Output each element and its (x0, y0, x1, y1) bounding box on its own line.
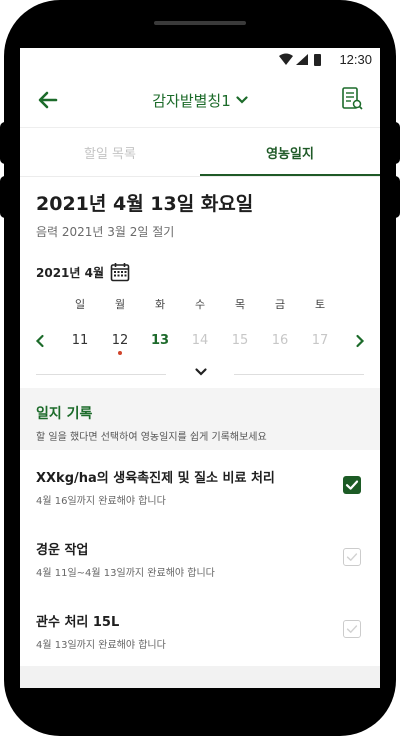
selected-date-header: 2021년 4월 13일 화요일 음력 2021년 3월 2일 절기 (20, 176, 380, 252)
tab-todo-list[interactable]: 할일 목록 (20, 128, 200, 176)
chevron-right-icon[interactable] (354, 333, 366, 349)
wifi-icon (279, 53, 293, 65)
signal-icon (296, 54, 308, 65)
calendar-day[interactable]: 12 (100, 330, 140, 355)
lunar-date: 음력 2021년 3월 2일 절기 (36, 225, 175, 239)
weekday-thu: 목 (234, 298, 246, 311)
calendar-icon[interactable] (110, 262, 130, 282)
task-due: 4월 11일~4월 13일까지 완료해야 합니다 (36, 568, 215, 579)
battery-icon (314, 54, 321, 66)
status-bar: 12:30 (20, 48, 380, 72)
selected-date-title: 2021년 4월 13일 화요일 (36, 193, 254, 215)
checkbox-unchecked[interactable] (343, 548, 361, 566)
journal-title: 일지 기록 (36, 406, 93, 422)
chevron-left-icon[interactable] (34, 333, 46, 349)
task-due: 4월 13일까지 완료해야 합니다 (36, 640, 166, 651)
calendar-day[interactable]: 11 (60, 330, 100, 352)
bottom-spacer (20, 666, 380, 688)
weekday-mon: 월 (114, 298, 126, 311)
week-calendar: 2021년 4월 일 월 화 수 목 금 토 11 12 13 14 15 16… (20, 252, 380, 388)
weekday-header: 일 월 화 수 목 금 토 (60, 296, 340, 312)
checkbox-checked[interactable] (343, 476, 361, 494)
weekday-tue: 화 (154, 298, 166, 311)
status-time: 12:30 (339, 52, 372, 67)
calendar-day[interactable]: 17 (300, 330, 340, 352)
farm-name: 감자밭별칭1 (152, 91, 231, 110)
journal-section-header: 일지 기록 할 일을 했다면 선택하여 영농일지를 쉽게 기록해보세요 (20, 388, 380, 450)
calendar-month-label: 2021년 4월 (36, 265, 105, 280)
weekday-wed: 수 (194, 298, 206, 311)
divider (36, 374, 166, 375)
side-button-right-lower (390, 176, 400, 218)
side-button-right (390, 122, 400, 164)
tab-bar: 할일 목록 영농일지 (20, 128, 380, 176)
list-item[interactable]: XXkg/ha의 생육촉진제 및 질소 비료 처리 4월 16일까지 완료해야 … (20, 450, 380, 522)
side-button-upper (0, 122, 10, 164)
expand-calendar-icon[interactable] (194, 367, 208, 377)
list-item[interactable]: 경운 작업 4월 11일~4월 13일까지 완료해야 합니다 (20, 522, 380, 594)
farm-journal-icon[interactable] (340, 86, 364, 112)
task-due: 4월 16일까지 완료해야 합니다 (36, 496, 166, 507)
calendar-day[interactable]: 16 (260, 330, 300, 352)
weekday-fri: 금 (274, 298, 286, 311)
weekday-sat: 토 (314, 298, 326, 311)
arrow-left-icon[interactable] (36, 88, 60, 112)
chevron-down-icon (236, 96, 248, 104)
list-item[interactable]: 관수 처리 15L 4월 13일까지 완료해야 합니다 (20, 594, 380, 666)
app-bar: 감자밭별칭1 (20, 72, 380, 128)
calendar-day[interactable]: 14 (180, 330, 220, 352)
farm-selector[interactable]: 감자밭별칭1 (140, 88, 260, 112)
task-list: XXkg/ha의 생육촉진제 및 질소 비료 처리 4월 16일까지 완료해야 … (20, 450, 380, 666)
app-screen: 12:30 감자밭별칭1 할일 목록 영농일지 2021년 4월 13일 화요일… (20, 48, 380, 688)
week-days: 11 12 13 14 15 16 17 (60, 330, 340, 355)
checkbox-unchecked[interactable] (343, 620, 361, 638)
side-button-lower (0, 176, 10, 218)
calendar-day-today[interactable]: 13 (140, 330, 180, 352)
event-dot (118, 351, 122, 355)
calendar-day[interactable]: 15 (220, 330, 260, 352)
task-title: XXkg/ha의 생육촉진제 및 질소 비료 처리 (36, 471, 275, 486)
calendar-month: 2021년 4월 (36, 262, 130, 282)
tab-farm-journal[interactable]: 영농일지 (200, 128, 380, 176)
status-icons (279, 53, 321, 66)
journal-description: 할 일을 했다면 선택하여 영농일지를 쉽게 기록해보세요 (36, 432, 267, 443)
task-title: 경운 작업 (36, 543, 89, 558)
weekday-sun: 일 (74, 298, 86, 311)
task-title: 관수 처리 15L (36, 615, 120, 630)
speaker-grille (154, 21, 246, 25)
divider (234, 374, 364, 375)
